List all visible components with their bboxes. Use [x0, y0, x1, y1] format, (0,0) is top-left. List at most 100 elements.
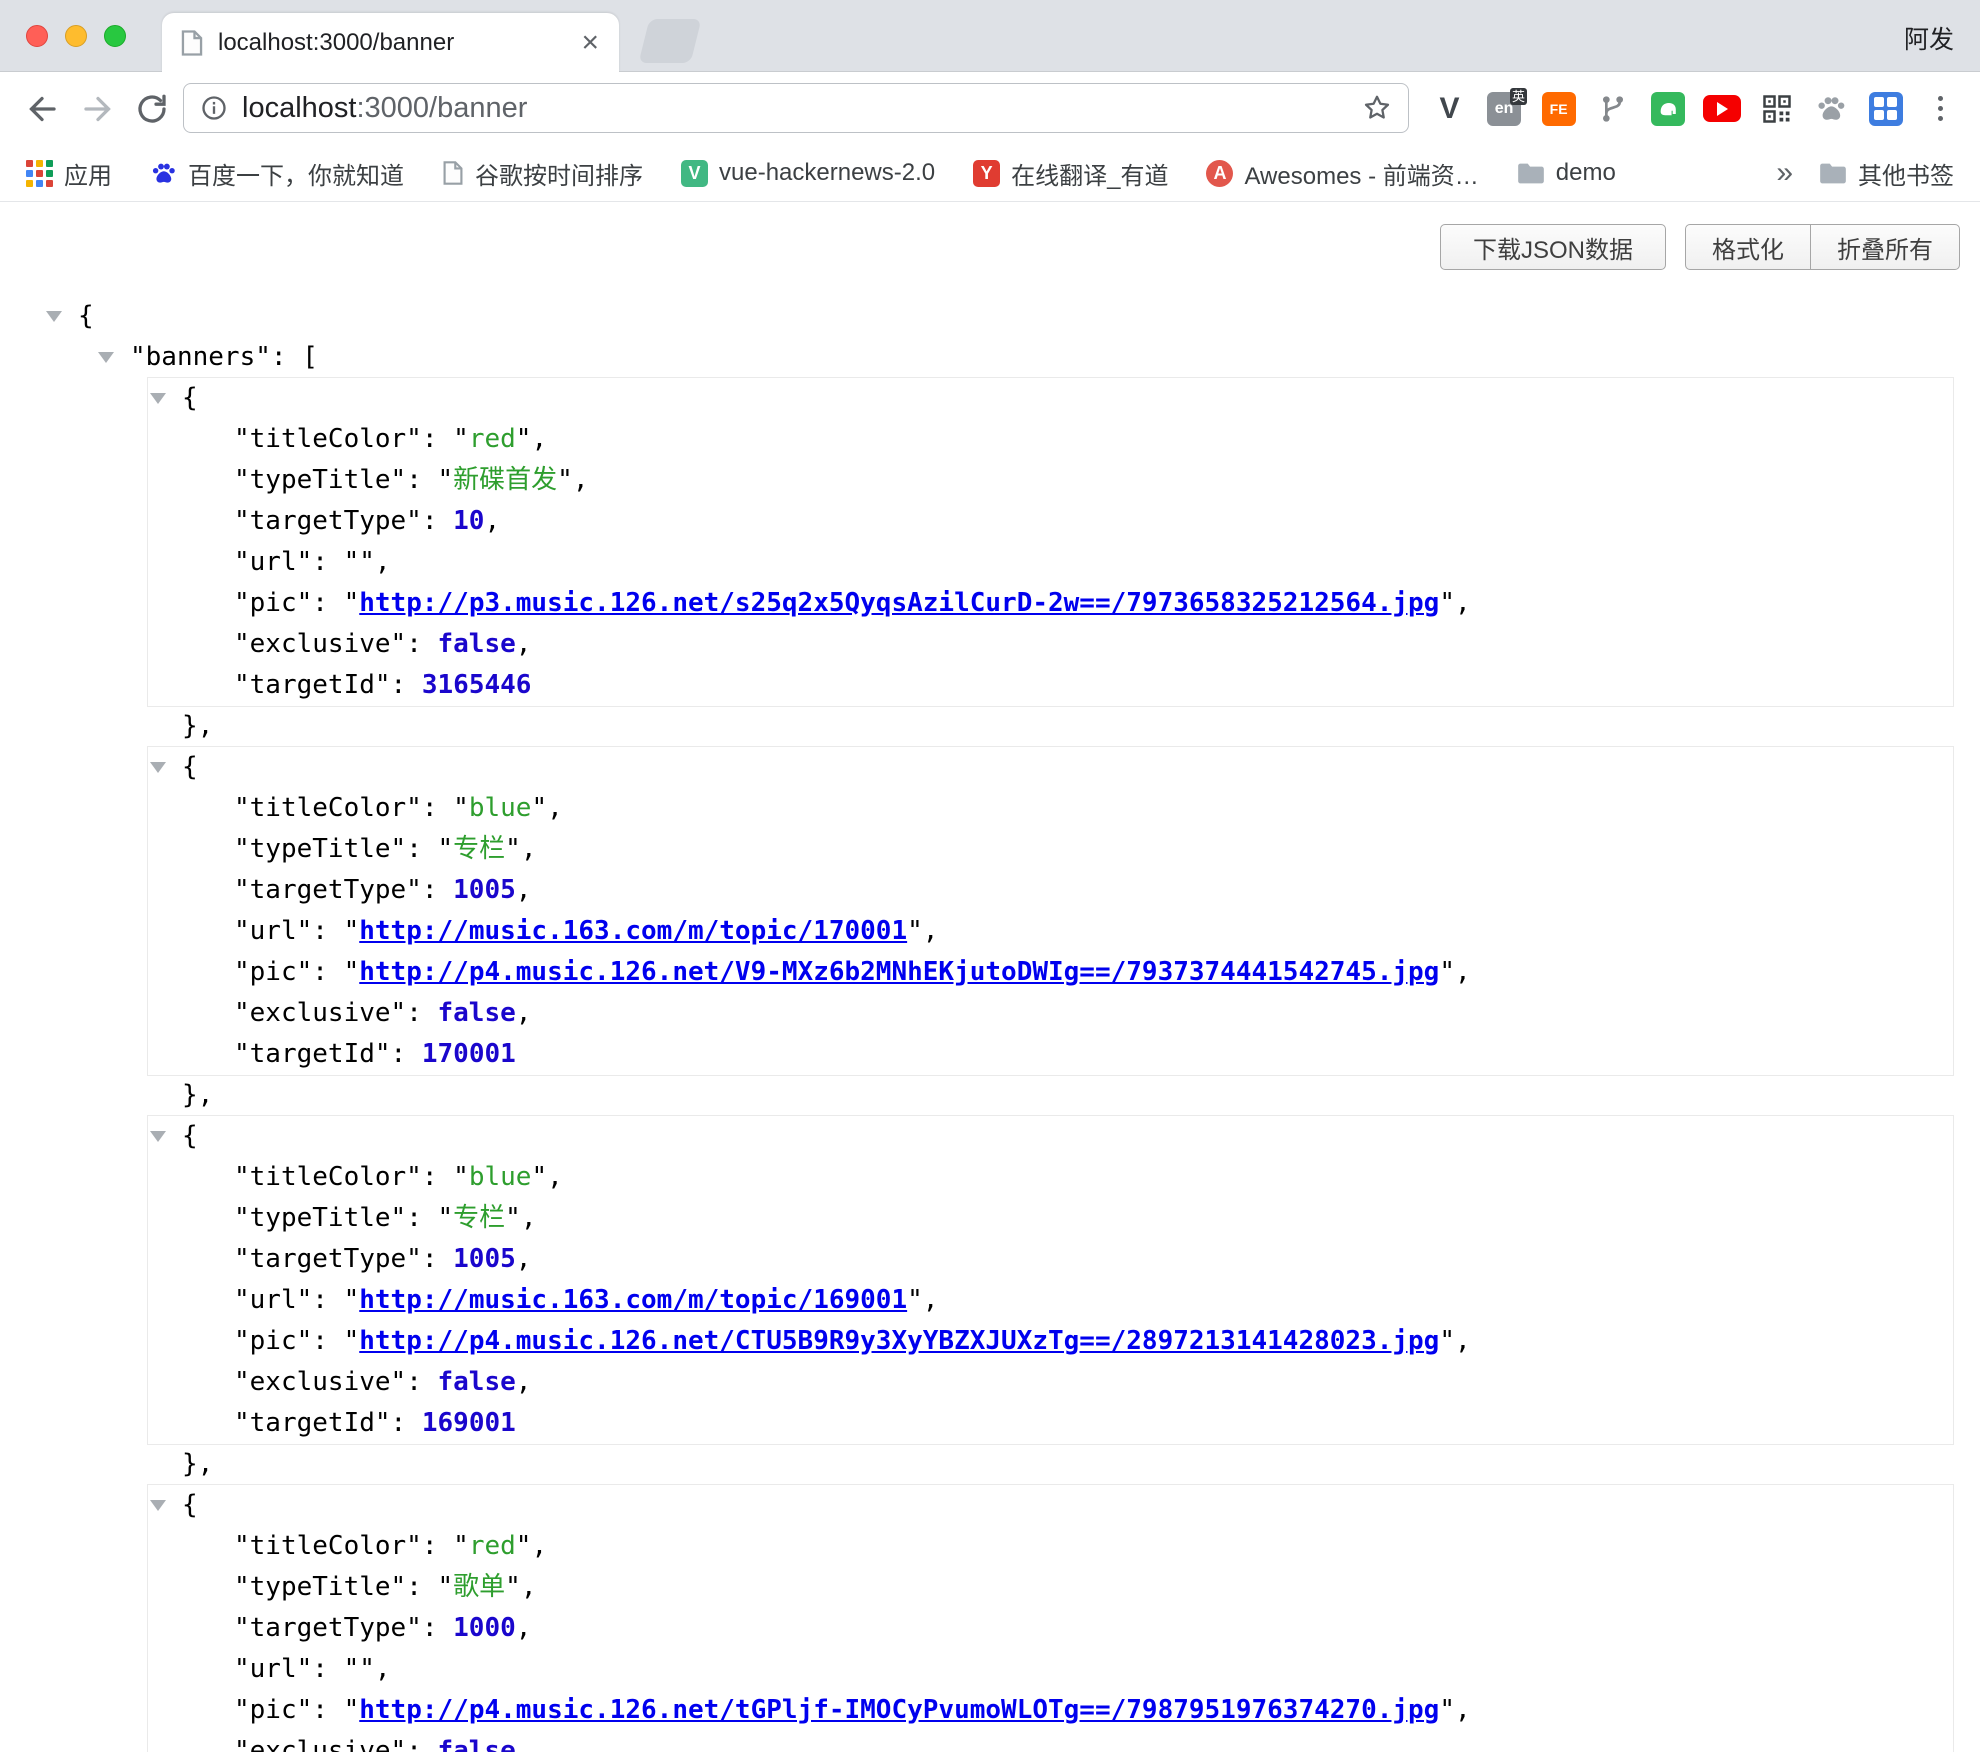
- json-quote: ": [453, 1162, 469, 1192]
- octotree-extension-icon[interactable]: [1592, 88, 1634, 130]
- blue-grid-extension-icon[interactable]: [1865, 88, 1907, 130]
- json-punct: ,: [547, 1162, 563, 1192]
- close-window-button[interactable]: [26, 25, 48, 47]
- youtube-extension-icon[interactable]: [1701, 88, 1743, 130]
- json-punct: ,: [1455, 957, 1471, 987]
- reload-button[interactable]: [134, 91, 170, 127]
- json-punct: :: [391, 670, 422, 700]
- json-line: "targetType": 10,: [148, 501, 1953, 542]
- url-bar[interactable]: localhost:3000/banner: [183, 83, 1409, 133]
- json-key: "targetType": [234, 1244, 422, 1274]
- json-line: "url": "",: [148, 542, 1953, 583]
- fehelper-glyph: FE: [1542, 92, 1576, 126]
- json-key: "url": [234, 1285, 312, 1315]
- json-line: },: [0, 1444, 1980, 1485]
- profile-name: 阿发: [1904, 20, 1954, 56]
- collapse-triangle-icon[interactable]: [150, 1131, 166, 1142]
- tab-close-icon[interactable]: ×: [579, 28, 601, 58]
- back-button[interactable]: [24, 91, 60, 127]
- json-number-value: 170001: [422, 1039, 516, 1069]
- json-quote: ": [359, 547, 375, 577]
- json-quote: ": [344, 588, 360, 618]
- json-key: "pic": [234, 1326, 312, 1356]
- json-line: "targetId": 170001: [148, 1034, 1953, 1075]
- json-line: },: [0, 706, 1980, 747]
- collapse-triangle-icon[interactable]: [150, 762, 166, 773]
- vue-icon: V: [681, 160, 708, 187]
- json-punct: ,: [521, 834, 537, 864]
- json-quote: ": [516, 1531, 532, 1561]
- json-number-value: 1000: [453, 1613, 516, 1643]
- collapse-all-button[interactable]: 折叠所有: [1810, 224, 1960, 270]
- page-info-icon[interactable]: [200, 94, 228, 122]
- json-punct: :: [391, 1408, 422, 1438]
- format-button[interactable]: 格式化: [1685, 224, 1811, 270]
- json-line: {: [148, 1485, 1953, 1526]
- json-quote: ": [453, 793, 469, 823]
- bookmark-folder-demo[interactable]: demo: [1517, 159, 1616, 187]
- collapse-triangle-icon[interactable]: [150, 393, 166, 404]
- json-punct: ,: [521, 1203, 537, 1233]
- json-quote: ": [344, 916, 360, 946]
- json-object-box: {"titleColor": "blue","typeTitle": "专栏",…: [148, 747, 1953, 1075]
- new-tab-button[interactable]: [639, 19, 702, 63]
- navigation-bar: localhost:3000/banner V en 英 FE: [0, 72, 1980, 145]
- json-punct: :: [406, 1367, 437, 1397]
- bookmark-label: 在线翻译_有道: [1011, 156, 1168, 191]
- json-punct: :: [312, 547, 343, 577]
- json-line: "url": "http://music.163.com/m/topic/170…: [148, 911, 1953, 952]
- json-punct: :: [406, 629, 437, 659]
- extensions-row: V en 英 FE: [1416, 72, 1974, 145]
- json-key: "url": [234, 1654, 312, 1684]
- json-quote: ": [344, 957, 360, 987]
- page-icon: [442, 160, 464, 186]
- translator-extension-icon[interactable]: en 英: [1483, 88, 1525, 130]
- json-punct: },: [182, 711, 213, 741]
- json-punct: ,: [531, 424, 547, 454]
- download-json-button[interactable]: 下载JSON数据: [1440, 224, 1666, 270]
- forward-button[interactable]: [80, 91, 116, 127]
- paw-extension-icon[interactable]: [1810, 88, 1852, 130]
- bookmark-star-icon[interactable]: [1362, 93, 1392, 123]
- json-line: "typeTitle": "专栏",: [148, 829, 1953, 870]
- json-link[interactable]: http://p4.music.126.net/V9-MXz6b2MNhEKju…: [359, 957, 1439, 987]
- collapse-triangle-icon[interactable]: [98, 352, 114, 363]
- json-line: "exclusive": false,: [148, 624, 1953, 665]
- json-quote: ": [1439, 1695, 1455, 1725]
- bookmarks-overflow-chevron[interactable]: »: [1776, 156, 1793, 190]
- qr-extension-icon[interactable]: [1756, 88, 1798, 130]
- bookmark-vue-hackernews[interactable]: V vue-hackernews-2.0: [681, 159, 935, 187]
- json-quote: ": [1439, 957, 1455, 987]
- json-quote: ": [359, 1654, 375, 1684]
- json-punct: :: [422, 875, 453, 905]
- json-link[interactable]: http://p3.music.126.net/s25q2x5QyqsAzilC…: [359, 588, 1439, 618]
- fullscreen-window-button[interactable]: [104, 25, 126, 47]
- json-quote: ": [516, 424, 532, 454]
- collapse-triangle-icon[interactable]: [46, 311, 62, 322]
- vimium-extension-icon[interactable]: V: [1429, 88, 1471, 130]
- json-punct: ,: [573, 465, 589, 495]
- clipper-extension-icon[interactable]: [1647, 88, 1689, 130]
- bookmark-label: 百度一下，你就知道: [188, 156, 404, 191]
- json-link[interactable]: http://p4.music.126.net/tGPljf-IMOCyPvum…: [359, 1695, 1439, 1725]
- youdao-icon: Y: [973, 160, 1000, 187]
- json-line: {: [0, 296, 1980, 337]
- other-bookmarks-button[interactable]: 其他书签: [1819, 156, 1954, 191]
- json-link[interactable]: http://music.163.com/m/topic/169001: [359, 1285, 907, 1315]
- minimize-window-button[interactable]: [65, 25, 87, 47]
- json-link[interactable]: http://p4.music.126.net/CTU5B9R9y3XyYBZX…: [359, 1326, 1439, 1356]
- bookmark-apps[interactable]: 应用: [26, 156, 112, 191]
- json-key: "typeTitle": [234, 465, 406, 495]
- bookmark-google-sort[interactable]: 谷歌按时间排序: [442, 156, 643, 191]
- collapse-triangle-icon[interactable]: [150, 1500, 166, 1511]
- bookmark-baidu[interactable]: 百度一下，你就知道: [150, 156, 404, 191]
- fehelper-extension-icon[interactable]: FE: [1538, 88, 1580, 130]
- json-line: "targetId": 3165446: [148, 665, 1953, 706]
- json-link[interactable]: http://music.163.com/m/topic/170001: [359, 916, 907, 946]
- json-punct: ,: [516, 1244, 532, 1274]
- json-punct: :: [422, 1244, 453, 1274]
- browser-tab[interactable]: localhost:3000/banner ×: [162, 13, 619, 72]
- browser-menu-button[interactable]: [1919, 88, 1961, 130]
- bookmark-awesomes[interactable]: A Awesomes - 前端资…: [1206, 156, 1478, 191]
- bookmark-youdao[interactable]: Y 在线翻译_有道: [973, 156, 1168, 191]
